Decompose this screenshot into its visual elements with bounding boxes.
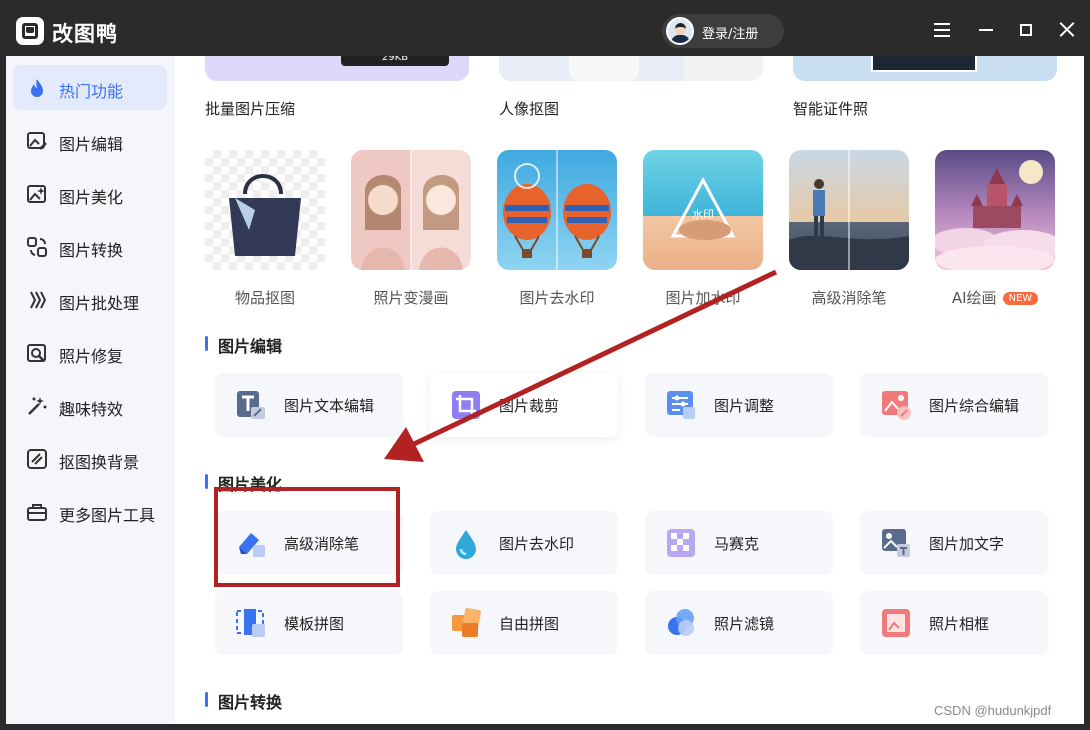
annotation-highlight-box	[214, 487, 400, 587]
watermark-text: CSDN @hudunkjpdf	[934, 703, 1052, 718]
annotation-arrow	[384, 269, 778, 462]
app-window: 改图鸭 登录/注册 热门功能 图片编辑 图片美化 图片转换 图片批处理 照片修复…	[0, 0, 1090, 730]
